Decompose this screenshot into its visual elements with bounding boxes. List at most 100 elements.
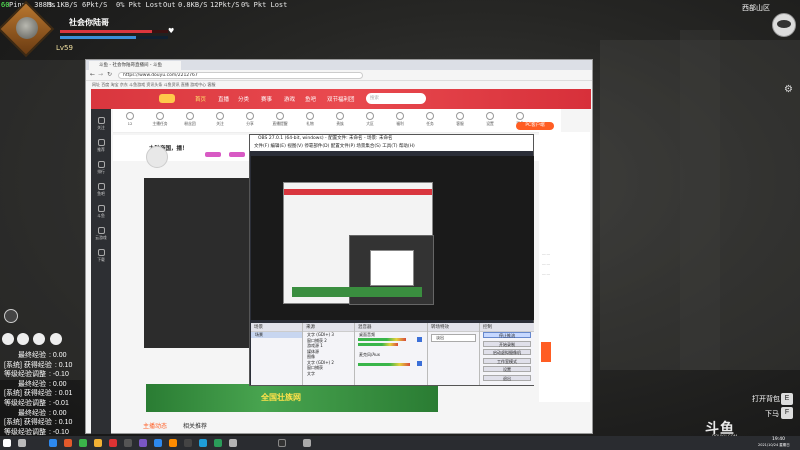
minimap-mark xyxy=(777,20,791,28)
tool-item-5[interactable]: 直播提醒 xyxy=(269,112,291,127)
tool-strip: 12主播任务粉丝团关注分享直播提醒礼物贵族大区福利任务客服设置更多 xyxy=(113,109,561,133)
xp-log-line: 最终经验: 0.00 xyxy=(18,408,67,418)
open-backpack-key[interactable]: E xyxy=(781,393,793,405)
douyu-logo[interactable] xyxy=(159,94,175,103)
tool-item-11[interactable]: 客服 xyxy=(449,112,471,127)
chat-send-button[interactable] xyxy=(541,342,551,362)
promo-banner[interactable]: 全国壮族网 xyxy=(146,384,438,412)
obs-control-button-0[interactable]: 停止推流 xyxy=(483,332,531,338)
tool-item-3[interactable]: 关注 xyxy=(209,112,231,127)
menu-icon[interactable]: ⚙ xyxy=(784,84,793,95)
search-icon[interactable] xyxy=(18,439,26,447)
taskbar-app-icon[interactable] xyxy=(49,439,57,447)
tool-item-7[interactable]: 贵族 xyxy=(329,112,351,127)
nav-home[interactable]: 首页 xyxy=(195,95,206,103)
preview-nested-browser-2 xyxy=(370,250,414,286)
nav-item-1[interactable]: 分类 xyxy=(238,95,249,103)
sidebar-item-0[interactable]: 关注 xyxy=(93,117,109,131)
nav-item-3[interactable]: 游戏 xyxy=(284,95,295,103)
address-bar[interactable]: https://www.douyu.com/2212767 xyxy=(118,72,363,79)
obs-control-button-3[interactable]: 工作室模式 xyxy=(483,357,531,364)
tool-item-6[interactable]: 礼物 xyxy=(299,112,321,127)
scene-item[interactable]: 场景 xyxy=(251,332,302,338)
back-icon[interactable]: ← xyxy=(90,71,95,78)
xp-log-line: 最终经验: 0.00 xyxy=(18,350,67,360)
video-player[interactable] xyxy=(144,178,249,348)
taskbar-app-icon[interactable] xyxy=(303,439,311,447)
chat-line: ....... xyxy=(542,272,550,276)
obs-control-button-4[interactable]: 设置 xyxy=(483,366,531,372)
start-icon[interactable] xyxy=(3,439,11,447)
taskbar-app-icon[interactable] xyxy=(109,439,117,447)
taskbar-app-icon[interactable] xyxy=(124,439,132,447)
nav-item-5[interactable]: 双节福利团 xyxy=(327,95,355,103)
tool-icon xyxy=(156,112,164,120)
xp-log-label: [系统] 获得经验 xyxy=(4,390,52,398)
taskbar-app-icon[interactable] xyxy=(154,439,162,447)
sidebar-item-2[interactable]: 排行 xyxy=(93,161,109,175)
volume-slider-icon[interactable] xyxy=(417,337,422,342)
tool-item-2[interactable]: 粉丝团 xyxy=(179,112,201,127)
taskbar-app-icon[interactable] xyxy=(169,439,177,447)
taskbar-app-icon[interactable] xyxy=(64,439,72,447)
nav-item-4[interactable]: 鱼吧 xyxy=(305,95,316,103)
bookmarks-bar[interactable]: 网址 百度 淘宝 京东 斗鱼游戏 资讯头条 斗鱼资讯 直播 游戏中心 客服 xyxy=(86,81,592,89)
tv-icon xyxy=(97,205,105,212)
action-icon-3[interactable] xyxy=(33,333,45,345)
out-lost-stat: 0% Pkt Lost xyxy=(241,1,288,9)
browser-tab[interactable]: 斗鱼 - 社会你陆哥直播间 - 斗鱼 xyxy=(89,61,181,70)
xp-log-line: 最终经验: 0.00 xyxy=(18,379,67,389)
obs-control-button-2[interactable]: 启动虚拟摄像机 xyxy=(483,349,531,355)
sidebar-item-3[interactable]: 鱼吧 xyxy=(93,183,109,197)
tool-item-12[interactable]: 设置 xyxy=(479,112,501,127)
tool-item-10[interactable]: 任务 xyxy=(419,112,441,127)
sidebar-item-6[interactable]: 下载 xyxy=(93,249,109,263)
obs-menu-bar[interactable]: 文件(F) 编辑(E) 视图(V) 停靠部件(D) 配置文件(P) 场景集合(S… xyxy=(250,143,533,151)
reload-icon[interactable]: ↻ xyxy=(107,71,112,78)
tool-item-4[interactable]: 分享 xyxy=(239,112,261,127)
tool-item-1[interactable]: 主播任务 xyxy=(149,112,171,127)
taskbar-app-icon[interactable] xyxy=(214,439,222,447)
action-icon-2[interactable] xyxy=(17,333,29,345)
volume-slider-icon[interactable] xyxy=(417,361,422,366)
forward-icon[interactable]: → xyxy=(98,71,103,78)
hp-bar xyxy=(60,30,152,33)
open-backpack-label: 打开背包 xyxy=(752,396,780,403)
nav-item-0[interactable]: 直播 xyxy=(218,95,229,103)
tool-icon xyxy=(396,112,404,120)
taskbar-app-icon[interactable] xyxy=(278,439,286,447)
obs-control-button-1[interactable]: 开始录制 xyxy=(483,340,531,347)
tab-dynamics[interactable]: 主播动态 xyxy=(143,421,167,430)
sidebar-item-4[interactable]: 斗鱼 xyxy=(93,205,109,219)
tool-item-9[interactable]: 福利 xyxy=(389,112,411,127)
taskbar-app-icon[interactable] xyxy=(79,439,87,447)
source-item[interactable]: 文字 xyxy=(303,371,354,377)
action-icon-4[interactable] xyxy=(50,333,62,345)
xp-log-label: 等级经验调整 xyxy=(4,428,46,436)
taskbar-app-icon[interactable] xyxy=(199,439,207,447)
sidebar-item-1[interactable]: 推荐 xyxy=(93,139,109,153)
tool-label: 直播提醒 xyxy=(272,121,288,126)
streamer-avatar[interactable] xyxy=(146,146,168,168)
tab-recommend[interactable]: 相关推荐 xyxy=(183,421,207,430)
tool-label: 福利 xyxy=(396,121,404,126)
tool-icon xyxy=(516,112,524,120)
taskbar-app-icon[interactable] xyxy=(139,439,147,447)
taskbar-app-icon[interactable] xyxy=(184,439,192,447)
xp-log-label: [系统] 获得经验 xyxy=(4,419,52,427)
search-input[interactable]: 搜索 xyxy=(366,93,426,104)
dismount-key[interactable]: F xyxy=(781,407,793,419)
tool-item-8[interactable]: 大区 xyxy=(359,112,381,127)
cloud-icon xyxy=(97,227,105,234)
transition-select[interactable]: 淡出 xyxy=(431,334,476,342)
nav-item-2[interactable]: 赛事 xyxy=(261,95,272,103)
compass-icon[interactable] xyxy=(4,309,18,323)
action-icon-1[interactable] xyxy=(2,333,14,345)
sidebar-item-5[interactable]: 云游戏 xyxy=(93,227,109,241)
tool-item-0[interactable]: 12 xyxy=(119,112,141,126)
rank-icon xyxy=(97,161,105,168)
pc-client-button[interactable]: PC客户端 xyxy=(516,122,554,130)
obs-control-button-5[interactable]: 退出 xyxy=(483,374,531,381)
taskbar-app-icon[interactable] xyxy=(229,439,237,447)
taskbar-app-icon[interactable] xyxy=(94,439,102,447)
